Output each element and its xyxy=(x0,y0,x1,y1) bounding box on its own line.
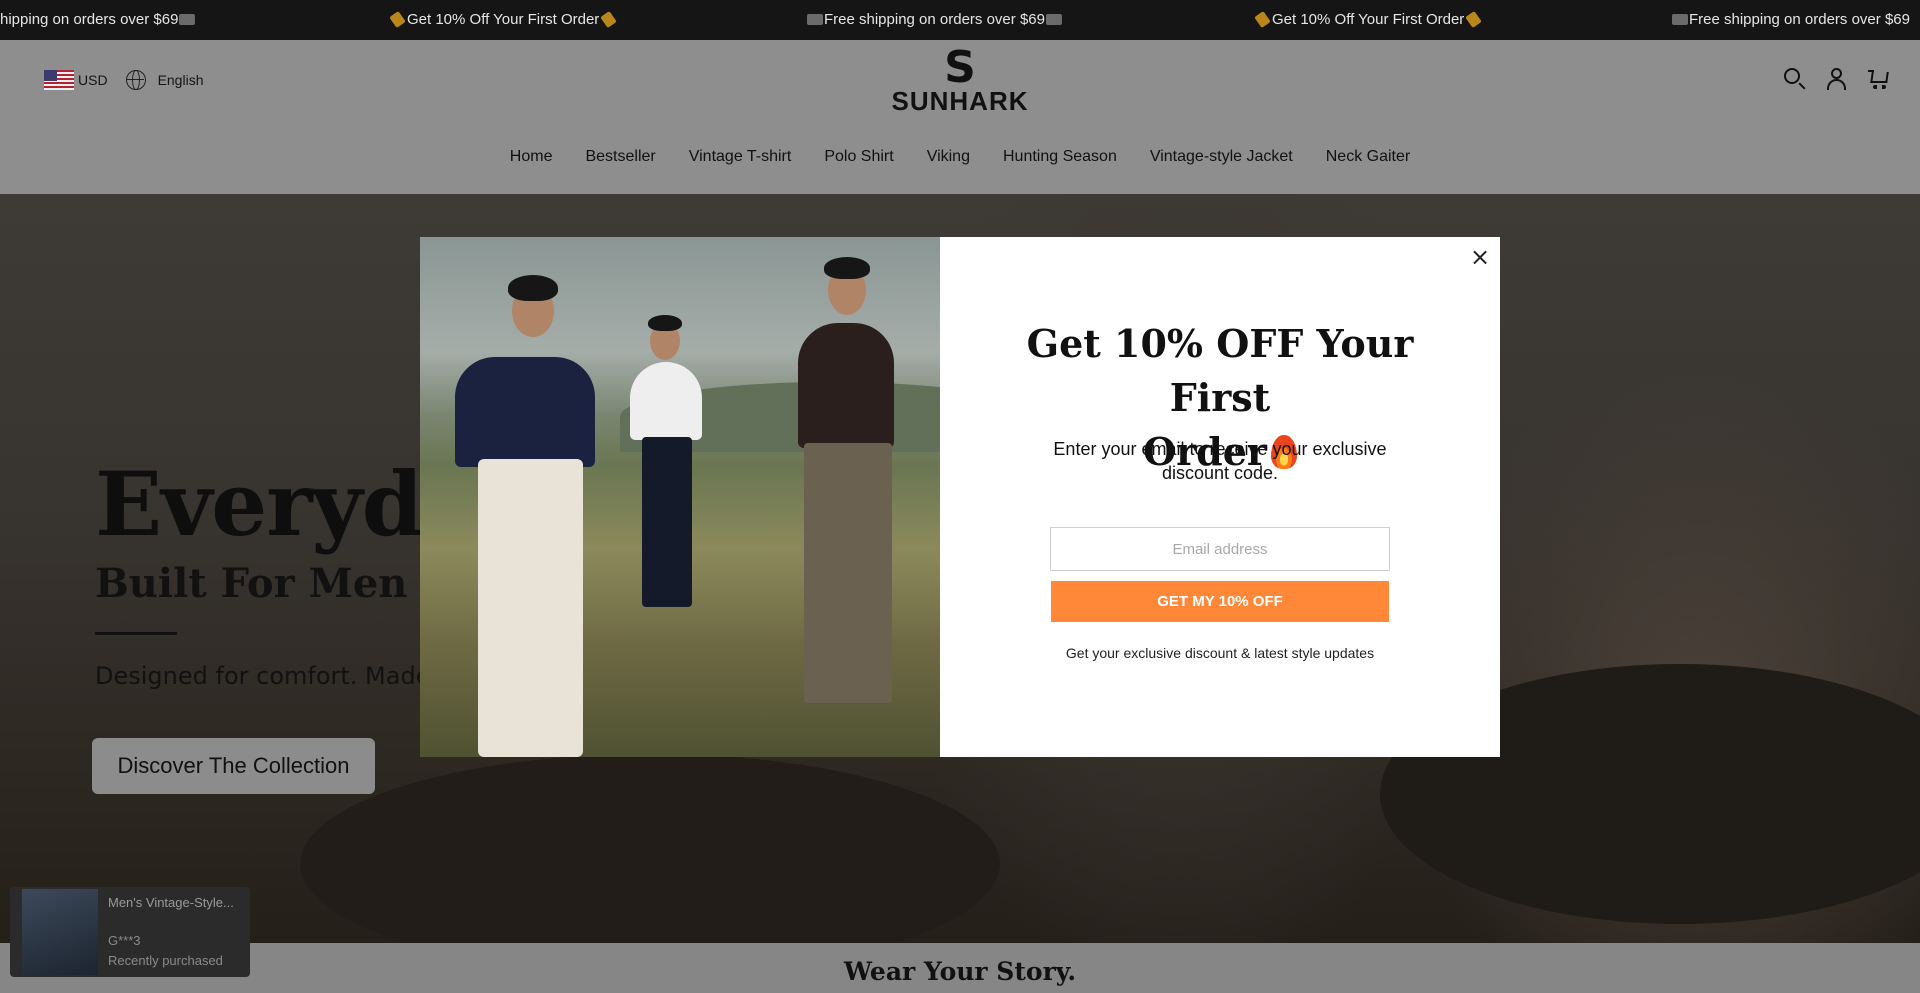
site-logo[interactable]: S SUNHARK xyxy=(882,42,1038,116)
hero-background-rock xyxy=(300,754,1000,943)
truck-icon xyxy=(1672,14,1688,25)
hero-divider xyxy=(95,632,177,635)
photo-figure xyxy=(642,437,692,607)
photo-figure xyxy=(455,357,595,467)
site-header: USD English S SUNHARK Home Bestseller Vi… xyxy=(0,40,1920,194)
nav-item-hunting-season[interactable]: Hunting Season xyxy=(1003,148,1117,166)
announcement-message: Free shipping on orders over $69 xyxy=(806,11,1063,28)
discount-popup: × Get 10% OFF Your First Order Enter you… xyxy=(420,237,1500,757)
locale-selector: USD English xyxy=(44,70,203,90)
announcement-text: Get 10% Off Your First Order xyxy=(1272,11,1465,28)
account-icon[interactable] xyxy=(1826,68,1848,90)
recent-purchase-popup[interactable]: Men's Vintage-Style... G***3 Recently pu… xyxy=(10,887,250,977)
search-icon[interactable] xyxy=(1784,68,1806,90)
announcement-text: hipping on orders over $69 xyxy=(0,11,179,28)
announcement-message: Get 10% Off Your First Order xyxy=(388,11,618,28)
discover-collection-button[interactable]: Discover The Collection xyxy=(92,738,375,794)
toast-product-name: Men's Vintage-Style... xyxy=(108,895,234,910)
popup-footer-text: Get your exclusive discount & latest sty… xyxy=(1065,645,1375,661)
nav-item-viking[interactable]: Viking xyxy=(927,148,970,166)
logo-text: SUNHARK xyxy=(891,86,1029,116)
product-thumbnail xyxy=(22,889,98,975)
header-actions xyxy=(1784,68,1890,90)
announcement-message: Free shipping on orders over $69 xyxy=(1671,11,1910,28)
logo-mark: S xyxy=(944,42,976,93)
nav-item-polo-shirt[interactable]: Polo Shirt xyxy=(824,148,893,166)
truck-icon xyxy=(807,14,823,25)
announcement-text: Free shipping on orders over $69 xyxy=(1689,11,1910,28)
us-flag-icon[interactable] xyxy=(44,70,74,90)
tag-icon xyxy=(1254,11,1271,28)
nav-item-vintage-style-jacket[interactable]: Vintage-style Jacket xyxy=(1150,148,1293,166)
photo-figure xyxy=(630,362,702,440)
announcement-message: hipping on orders over $69 xyxy=(0,11,196,28)
nav-item-neck-gaiter[interactable]: Neck Gaiter xyxy=(1326,148,1410,166)
popup-photo xyxy=(420,237,940,757)
email-input[interactable] xyxy=(1050,527,1390,571)
announcement-text: Free shipping on orders over $69 xyxy=(824,11,1045,28)
close-icon[interactable]: × xyxy=(1468,245,1492,269)
announcement-bar: hipping on orders over $69 Get 10% Off Y… xyxy=(0,0,1920,40)
photo-figure xyxy=(648,315,682,331)
main-nav: Home Bestseller Vintage T-shirt Polo Shi… xyxy=(0,148,1920,166)
nav-item-bestseller[interactable]: Bestseller xyxy=(585,148,655,166)
globe-icon[interactable] xyxy=(125,70,146,90)
truck-icon xyxy=(179,14,196,25)
announcement-text: Get 10% Off Your First Order xyxy=(407,11,600,28)
photo-figure xyxy=(798,323,894,448)
nav-item-home[interactable]: Home xyxy=(510,148,553,166)
get-discount-button[interactable]: GET MY 10% OFF xyxy=(1051,581,1389,622)
announcement-message: Get 10% Off Your First Order xyxy=(1253,11,1483,28)
photo-figure xyxy=(804,443,892,703)
photo-figure xyxy=(824,257,870,279)
section-heading: Wear Your Story. xyxy=(0,943,1920,993)
tag-icon xyxy=(389,11,406,28)
truck-icon xyxy=(1045,14,1062,25)
language-selector[interactable]: English xyxy=(158,72,204,88)
tag-icon xyxy=(1465,11,1483,28)
currency-selector[interactable]: USD xyxy=(78,72,108,88)
toast-status: Recently purchased xyxy=(108,953,223,968)
popup-content: × Get 10% OFF Your First Order Enter you… xyxy=(940,237,1500,757)
toast-buyer: G***3 xyxy=(108,933,141,948)
nav-item-vintage-t-shirt[interactable]: Vintage T-shirt xyxy=(689,148,792,166)
photo-figure xyxy=(478,459,583,757)
popup-heading-line1: Get 10% OFF Your First xyxy=(1026,321,1414,420)
hero-description: Designed for comfort. Made t xyxy=(95,662,448,690)
popup-description: Enter your email to receive your exclusi… xyxy=(1053,439,1387,483)
cart-icon[interactable] xyxy=(1868,68,1890,90)
tag-icon xyxy=(600,11,618,28)
photo-figure xyxy=(508,275,558,301)
